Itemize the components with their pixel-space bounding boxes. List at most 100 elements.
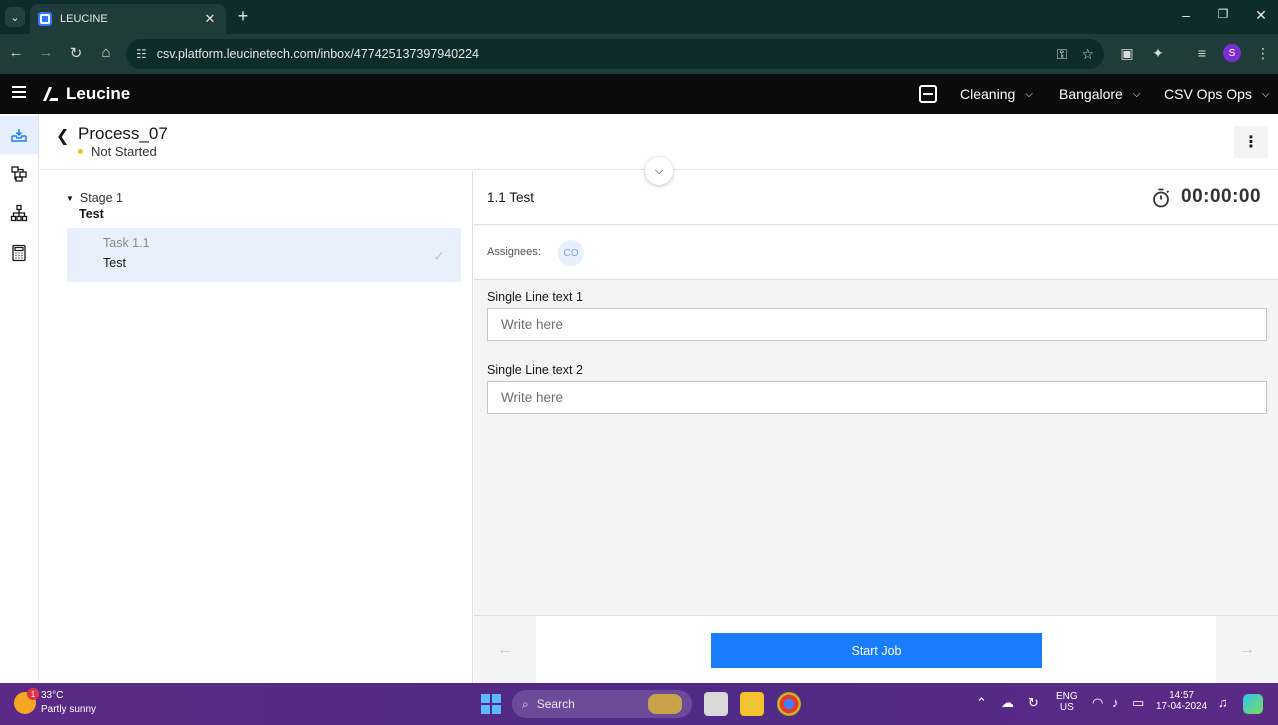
browser-tab-title: LEUCINE <box>60 13 108 25</box>
taskbar-search[interactable]: ⌕ Search <box>512 690 692 718</box>
reading-list-icon[interactable]: ≡ <box>1193 45 1211 61</box>
language-top: ENG <box>1056 691 1078 702</box>
reload-icon[interactable]: ↻ <box>66 44 86 62</box>
weather-description[interactable]: Partly sunny <box>41 704 96 715</box>
rail-item-jobs[interactable] <box>0 155 38 193</box>
new-tab-icon[interactable]: + <box>234 6 252 27</box>
browser-tab[interactable]: LEUCINE ✕ <box>30 4 226 34</box>
location-dropdown-label: Bangalore <box>1059 86 1123 102</box>
task-detail-panel: 1.1 Test 00:00:00 Assignees: CO Single L… <box>474 171 1278 684</box>
status-dot-icon <box>78 149 83 154</box>
volume-icon[interactable]: ♪ <box>1112 695 1119 710</box>
minimize-window-icon[interactable]: – <box>1176 7 1196 23</box>
task-view-icon[interactable] <box>704 692 728 716</box>
password-key-icon[interactable]: ⚿ <box>1057 46 1068 63</box>
browser-toolbar: ← → ↻ ⌂ ☷ csv.platform.leucinetech.com/i… <box>0 34 1278 74</box>
single-line-text-1-input[interactable] <box>487 308 1267 341</box>
use-case-dropdown-label: CSV Ops Ops <box>1164 86 1252 102</box>
inbox-icon <box>11 129 27 142</box>
windows-start-icon[interactable] <box>481 694 501 714</box>
browser-tabstrip: ⌄ LEUCINE ✕ + – ❐ ✕ <box>0 0 1278 34</box>
assignees-label: Assignees: <box>487 246 541 258</box>
show-hidden-icons-icon[interactable]: ⌃ <box>976 695 987 711</box>
stage-label: Stage 1 <box>79 191 124 205</box>
search-icon: ⌕ <box>522 696 529 711</box>
close-window-icon[interactable]: ✕ <box>1251 7 1271 24</box>
stage-name: Test <box>79 207 104 221</box>
weather-temperature[interactable]: 33°C <box>41 690 63 701</box>
taskbar-search-label: Search <box>536 697 575 711</box>
calculator-icon <box>12 244 26 262</box>
single-line-text-2-input[interactable] <box>487 381 1267 414</box>
checkmark-icon: ✓ <box>433 248 445 264</box>
site-info-icon[interactable]: ☷ <box>136 47 147 61</box>
start-job-button[interactable]: Start Job <box>711 633 1042 668</box>
address-bar[interactable]: ☷ csv.platform.leucinetech.com/inbox/477… <box>126 39 1104 69</box>
bookmark-star-icon[interactable]: ☆ <box>1081 46 1094 63</box>
screenshot-camera-icon[interactable]: ▣ <box>1118 45 1136 62</box>
notification-bell-icon[interactable]: ♫ <box>1218 695 1228 710</box>
wifi-icon[interactable]: ◠ <box>1092 695 1103 711</box>
rail-item-reports[interactable] <box>0 234 38 272</box>
leucine-favicon-icon <box>38 12 52 26</box>
extensions-puzzle-icon[interactable]: ✦ <box>1149 45 1167 62</box>
close-tab-icon[interactable]: ✕ <box>202 11 218 27</box>
left-navigation-rail <box>0 114 39 683</box>
clock[interactable]: 14:57 17-04-2024 <box>1156 690 1207 712</box>
hamburger-menu-icon[interactable] <box>12 86 26 98</box>
process-title: Process_07 <box>78 124 168 143</box>
weather-notification-badge: 1 <box>27 688 39 700</box>
forward-icon[interactable]: → <box>36 44 56 61</box>
chrome-browser-icon[interactable] <box>777 692 801 716</box>
file-explorer-icon[interactable] <box>740 692 764 716</box>
more-options-kebab-icon[interactable]: ⋮ <box>1234 126 1268 158</box>
qr-scan-icon[interactable] <box>919 85 937 103</box>
search-highlight-icon <box>648 694 682 714</box>
app-logo-text: Leucine <box>66 84 131 103</box>
location-dropdown[interactable]: Bangalore ⌵ <box>1059 86 1140 102</box>
onedrive-cloud-icon[interactable]: ☁ <box>1001 695 1014 711</box>
back-arrow-icon[interactable]: ❮ <box>56 126 69 146</box>
restore-window-icon[interactable]: ❐ <box>1213 7 1233 21</box>
battery-icon[interactable]: ▭ <box>1132 695 1144 711</box>
field-label-1: Single Line text 1 <box>487 290 583 304</box>
sync-icon[interactable]: ↻ <box>1028 695 1039 711</box>
hierarchy-icon <box>10 204 28 222</box>
previous-task-arrow-icon[interactable]: ← <box>474 616 536 684</box>
rail-item-ontology[interactable] <box>0 194 38 232</box>
language-indicator[interactable]: ENG US <box>1056 691 1078 713</box>
task-list-item[interactable]: Task 1.1 Test ✓ <box>67 228 461 282</box>
os-taskbar: 1 33°C Partly sunny ⌕ Search ⌃ ☁ ↻ ENG U… <box>0 683 1278 725</box>
clock-time: 14:57 <box>1169 690 1195 701</box>
use-case-dropdown[interactable]: CSV Ops Ops ⌵ <box>1164 86 1270 102</box>
next-task-arrow-icon[interactable]: → <box>1216 616 1278 684</box>
collapse-header-chevron-icon[interactable]: ⌵ <box>645 157 673 185</box>
back-icon[interactable]: ← <box>6 44 26 61</box>
home-icon[interactable]: ⌂ <box>96 44 116 61</box>
clock-date: 17-04-2024 <box>1156 701 1208 712</box>
process-status: Not Started <box>78 144 157 159</box>
process-status-label: Not Started <box>91 144 157 159</box>
profile-avatar[interactable]: S <box>1223 44 1241 62</box>
assignee-avatar[interactable]: CO <box>558 240 584 266</box>
task-detail-title: 1.1 Test <box>487 190 535 205</box>
chevron-down-icon: ⌵ <box>1132 88 1141 100</box>
stage-toggle[interactable]: ▼ Stage 1 <box>66 191 123 205</box>
task-timer: 00:00:00 <box>1181 186 1262 207</box>
task-detail-header: 1.1 Test 00:00:00 <box>474 171 1278 225</box>
assignees-row: Assignees: CO <box>474 226 1278 280</box>
stopwatch-icon <box>1153 188 1170 208</box>
caret-down-icon: ▼ <box>66 193 74 203</box>
task-number: Task 1.1 <box>103 236 150 250</box>
url-text[interactable]: csv.platform.leucinetech.com/inbox/47742… <box>157 47 1043 61</box>
jobs-icon <box>11 166 27 182</box>
browser-menu-icon[interactable]: ⋮ <box>1254 45 1272 62</box>
app-header: Leucine Cleaning ⌵ Bangalore ⌵ CSV Ops O… <box>0 74 1278 114</box>
facility-dropdown[interactable]: Cleaning ⌵ <box>960 86 1033 102</box>
rail-item-inbox[interactable] <box>0 116 38 154</box>
field-label-2: Single Line text 2 <box>487 363 583 377</box>
language-bottom: US <box>1059 702 1074 713</box>
stage-list-panel: ▼ Stage 1 Test Task 1.1 Test ✓ <box>40 171 473 683</box>
copilot-icon[interactable] <box>1243 694 1263 714</box>
tab-search-chevron-icon[interactable]: ⌄ <box>5 7 25 27</box>
